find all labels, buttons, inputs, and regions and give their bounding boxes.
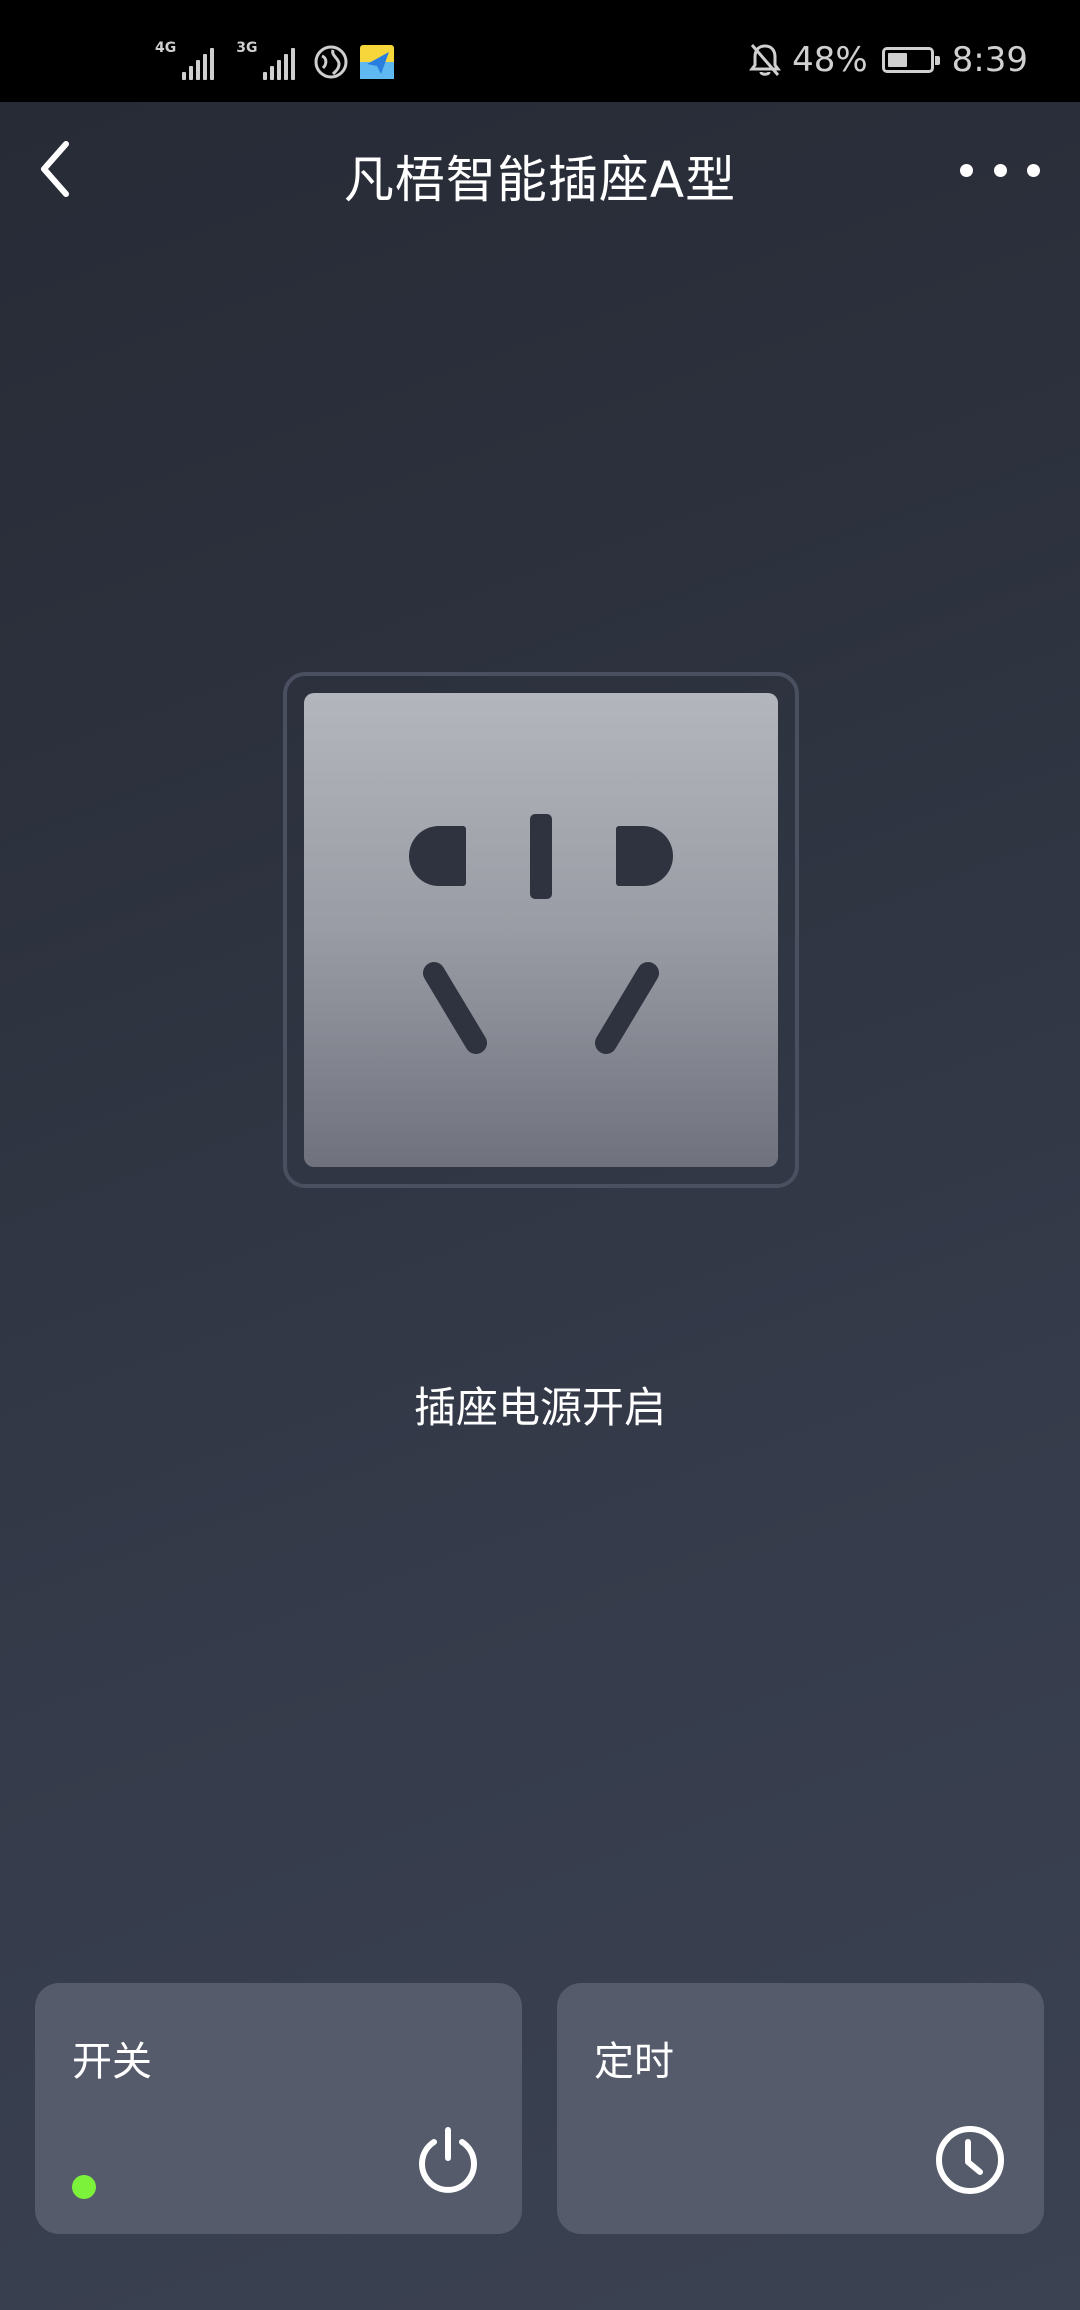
socket-hole-center [530, 814, 552, 899]
switch-label: 开关 [72, 2039, 152, 2085]
more-dot [960, 163, 973, 177]
clock-time: 8:39 [951, 40, 1028, 80]
more-dot [1027, 163, 1040, 177]
socket-status-text: 插座电源开启 [413, 1383, 666, 1432]
timer-card[interactable]: 定时 [557, 1983, 1044, 2234]
battery-percent: 48% [792, 40, 868, 80]
switch-card[interactable]: 开关 [35, 1983, 522, 2234]
signal-4g-icon [182, 46, 215, 80]
status-bar-left: 4G 3G [155, 40, 395, 80]
socket-holes [409, 814, 673, 1054]
network-type-2: 3G [236, 40, 258, 56]
battery-icon [881, 47, 940, 73]
power-icon[interactable] [412, 2124, 484, 2196]
browser-icon [314, 45, 348, 79]
bell-off-icon [749, 44, 782, 76]
signal-3g-icon [263, 46, 296, 80]
network-type-1: 4G [155, 40, 177, 56]
more-dot [993, 163, 1007, 177]
map-app-icon [360, 45, 395, 79]
status-bar: 4G 3G 48% 8:39 [0, 0, 1080, 102]
header: 凡梧智能插座A型 [0, 102, 1080, 238]
timer-label: 定时 [594, 2039, 674, 2085]
power-socket-icon[interactable] [304, 693, 778, 1167]
clock-icon[interactable] [934, 2124, 1006, 2196]
status-bar-right: 48% 8:39 [748, 38, 1028, 82]
socket-hole-slant-right [595, 962, 659, 1054]
power-status-indicator [72, 2175, 96, 2199]
more-button[interactable] [960, 152, 1040, 188]
socket-hole-slant-left [423, 962, 487, 1054]
page-title: 凡梧智能插座A型 [343, 151, 737, 209]
